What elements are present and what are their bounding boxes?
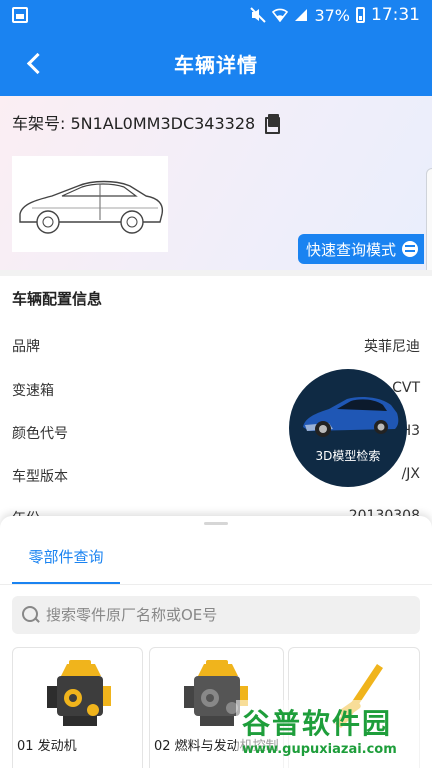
status-icons: 37% 17:31 bbox=[250, 5, 420, 25]
3d-model-label: 3D模型检索 bbox=[315, 449, 381, 463]
wifi-icon bbox=[272, 8, 289, 22]
battery-icon bbox=[356, 7, 365, 23]
tab-parts-label: 零部件查询 bbox=[28, 548, 104, 566]
config-row-year: 年份 20130308 bbox=[12, 508, 420, 516]
sheet-drag-handle[interactable] bbox=[204, 522, 228, 525]
car-outline-icon bbox=[19, 180, 164, 234]
config-label: 年份 bbox=[12, 508, 40, 516]
clock: 17:31 bbox=[371, 5, 420, 25]
page-title: 车辆详情 bbox=[174, 52, 258, 77]
tab-divider bbox=[0, 584, 432, 585]
config-title: 车辆配置信息 bbox=[12, 290, 103, 308]
back-icon[interactable] bbox=[20, 48, 50, 78]
config-value: 20130308 bbox=[348, 508, 420, 516]
switch-icon bbox=[402, 241, 419, 257]
search-icon bbox=[22, 606, 40, 624]
config-row-brand: 品牌 英菲尼迪 bbox=[12, 336, 420, 356]
config-label: 颜色代号 bbox=[12, 426, 68, 442]
watermark: 谷普软件园 www.gupuxiazai.com bbox=[236, 700, 432, 768]
watermark-title: 谷普软件园 bbox=[242, 707, 393, 740]
vin-label: 车架号: 5N1AL0MM3DC343328 bbox=[12, 114, 256, 133]
config-value: /JX bbox=[401, 466, 420, 482]
image-icon bbox=[12, 7, 28, 23]
quick-mode-label: 快速查询模式 bbox=[306, 240, 397, 259]
tab-parts-query[interactable]: 零部件查询 bbox=[12, 538, 120, 584]
car-3d-icon bbox=[303, 397, 399, 437]
status-bar: 37% 17:31 bbox=[0, 0, 432, 30]
copy-icon[interactable] bbox=[265, 114, 281, 134]
quick-mode-button[interactable]: 快速查询模式 bbox=[298, 234, 425, 264]
engine-icon bbox=[47, 660, 111, 726]
car-image bbox=[12, 156, 168, 252]
battery-percent: 37% bbox=[314, 5, 350, 25]
parts-search-input[interactable] bbox=[46, 606, 386, 624]
3d-model-search-button[interactable]: 3D模型检索 bbox=[289, 369, 407, 487]
config-value: 英菲尼迪 bbox=[364, 339, 420, 355]
mute-icon bbox=[250, 7, 267, 23]
config-label: 品牌 bbox=[12, 339, 40, 355]
part-category-card[interactable]: 01 发动机 bbox=[12, 647, 143, 768]
header-bar: 车辆详情 bbox=[0, 30, 432, 96]
vehicle-summary: 车架号: 5N1AL0MM3DC343328 快速查询模式 bbox=[0, 96, 432, 270]
part-category-label: 01 发动机 bbox=[17, 739, 77, 754]
signal-icon bbox=[295, 9, 308, 21]
config-label: 变速箱 bbox=[12, 383, 54, 399]
watermark-url: www.gupuxiazai.com bbox=[242, 742, 397, 757]
parts-search-box[interactable] bbox=[12, 596, 420, 634]
config-label: 车型版本 bbox=[12, 469, 68, 485]
vin-row: 车架号: 5N1AL0MM3DC343328 bbox=[12, 110, 281, 134]
